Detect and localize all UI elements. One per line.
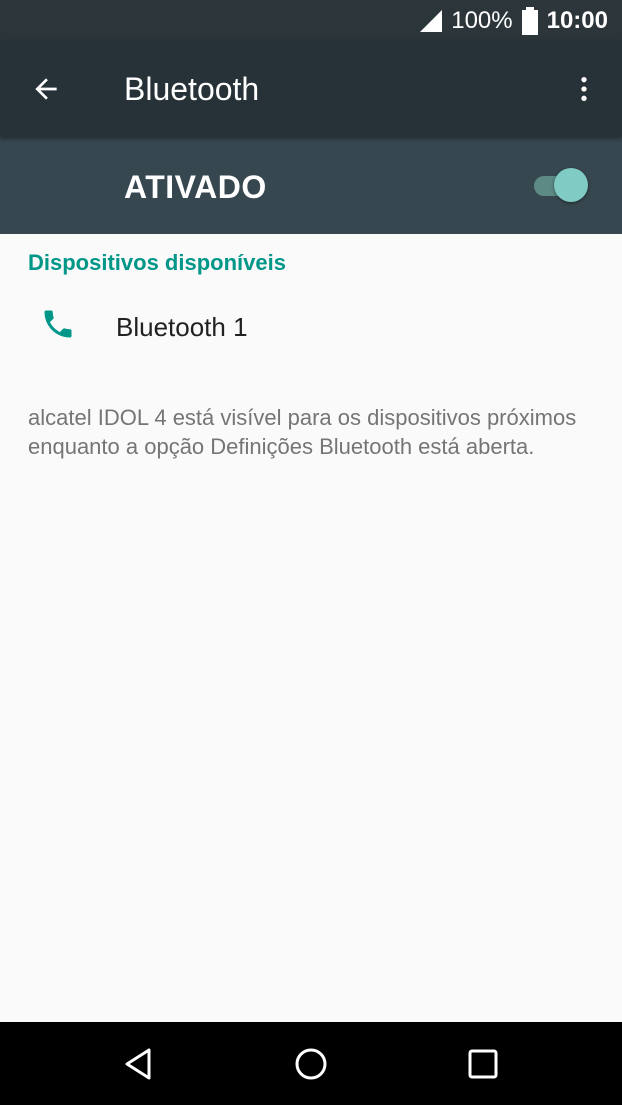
more-vert-icon bbox=[581, 77, 587, 101]
app-bar: Bluetooth bbox=[0, 41, 622, 137]
phone-icon bbox=[44, 310, 72, 338]
navigation-bar bbox=[0, 1022, 622, 1105]
status-bar: 100% 10:00 bbox=[0, 0, 622, 41]
bluetooth-switch-label: ATIVADO bbox=[124, 169, 267, 205]
page-title: Bluetooth bbox=[124, 71, 260, 107]
battery-percent: 100% bbox=[451, 6, 513, 34]
nav-home-button[interactable] bbox=[287, 1040, 335, 1088]
nav-back-button[interactable] bbox=[115, 1040, 163, 1088]
home-circle-icon bbox=[295, 1048, 327, 1080]
back-triangle-icon bbox=[125, 1048, 151, 1080]
available-devices-header: Dispositivos disponíveis bbox=[28, 250, 286, 275]
bluetooth-switch-bar[interactable]: ATIVADO bbox=[0, 137, 622, 234]
device-name: Bluetooth 1 bbox=[116, 312, 248, 342]
signal-icon bbox=[420, 9, 443, 32]
bluetooth-toggle[interactable] bbox=[532, 167, 590, 203]
toggle-thumb bbox=[554, 168, 588, 202]
status-indicators: 100% 10:00 bbox=[419, 0, 608, 41]
status-time: 10:00 bbox=[546, 6, 608, 34]
device-list-item[interactable]: Bluetooth 1 bbox=[0, 290, 622, 366]
visibility-note: alcatel IDOL 4 está visível para os disp… bbox=[28, 405, 577, 459]
back-button[interactable] bbox=[18, 65, 74, 113]
recents-square-icon bbox=[468, 1049, 498, 1079]
arrow-back-icon bbox=[35, 78, 57, 100]
nav-recents-button[interactable] bbox=[459, 1040, 507, 1088]
more-options-button[interactable] bbox=[560, 65, 608, 113]
battery-icon bbox=[521, 6, 538, 35]
